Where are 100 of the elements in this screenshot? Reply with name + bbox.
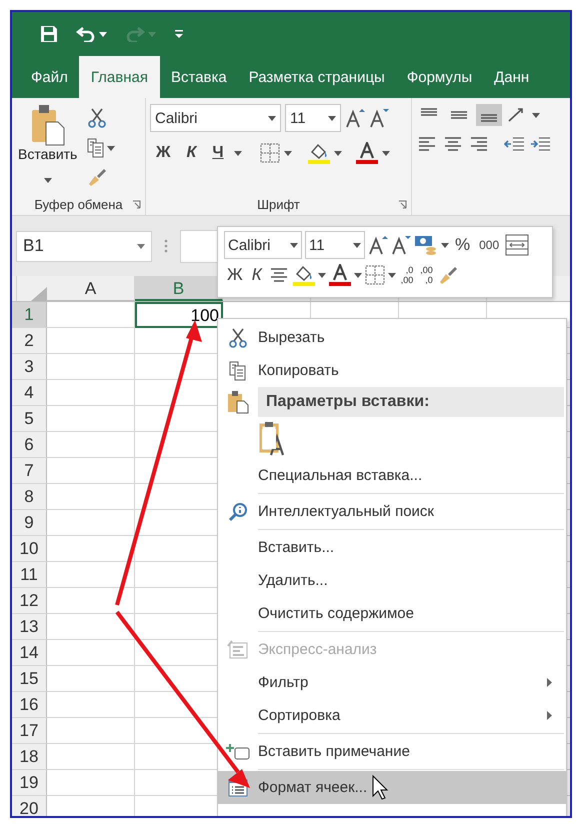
launcher-icon[interactable] — [398, 200, 407, 208]
paste-button[interactable]: Вставить — [16, 104, 80, 193]
row-header[interactable]: 18 — [12, 744, 47, 770]
row-header[interactable]: 3 — [12, 354, 47, 380]
decrease-decimal-button[interactable]: ,00 ,0 — [418, 265, 435, 285]
borders-icon[interactable] — [260, 143, 280, 163]
row-header[interactable]: 2 — [12, 328, 47, 354]
caret-icon[interactable] — [107, 146, 116, 150]
save-icon[interactable] — [40, 25, 58, 43]
decrease-font-icon[interactable] — [391, 235, 411, 255]
caret-icon — [268, 116, 276, 120]
menu-item[interactable]: Специальная вставка... — [218, 459, 566, 492]
undo-icon[interactable] — [76, 26, 96, 42]
row-header[interactable]: 4 — [12, 380, 47, 406]
menu-item[interactable]: Вставить... — [218, 531, 566, 564]
percent-button[interactable]: % — [452, 233, 474, 257]
row-header[interactable]: 8 — [12, 484, 47, 510]
launcher-icon[interactable] — [132, 200, 141, 208]
group-label: Буфер обмена — [34, 196, 123, 212]
row-header[interactable]: 6 — [12, 432, 47, 458]
magnifier-icon — [228, 502, 248, 522]
caret-icon — [284, 150, 292, 156]
brush-icon[interactable] — [87, 168, 108, 186]
caret-icon — [382, 150, 390, 156]
italic-button[interactable]: К — [180, 142, 202, 164]
menu-item[interactable]: Удалить... — [218, 564, 566, 597]
borders-icon[interactable] — [364, 265, 385, 285]
font-color-icon[interactable] — [356, 142, 378, 164]
bold-button[interactable]: Ж — [224, 263, 246, 287]
fill-color-icon — [308, 142, 330, 164]
brush-icon[interactable] — [438, 266, 458, 284]
row-header[interactable]: 1 — [12, 302, 47, 328]
section-header: Параметры вставки: — [258, 387, 564, 417]
clipboard-icon — [227, 390, 249, 414]
scissors-icon[interactable] — [87, 108, 108, 128]
name-box[interactable]: B1 — [16, 230, 152, 262]
row-header[interactable]: 10 — [12, 536, 47, 562]
submenu-arrow-icon — [547, 711, 552, 720]
row-header[interactable]: 17 — [12, 718, 47, 744]
thousands-button[interactable]: 000 — [476, 236, 502, 254]
clipboard-icon — [30, 104, 66, 146]
caret-icon — [137, 244, 145, 248]
caret-icon — [353, 242, 361, 248]
bold-button[interactable]: Ж — [150, 142, 176, 164]
ribbon-tab[interactable]: Главная — [78, 56, 160, 98]
customize-icon[interactable] — [174, 29, 184, 39]
menu-item[interactable]: Вставить примечание — [218, 735, 566, 768]
menu-item[interactable]: Очистить содержимое — [218, 597, 566, 630]
grip-icon — [164, 238, 168, 254]
ribbon-tab[interactable]: Формулы — [396, 56, 484, 98]
ribbon-tab[interactable]: Разметка страницы — [238, 56, 396, 98]
ribbon-tab[interactable]: Данн — [483, 56, 540, 98]
underline-button[interactable]: Ч — [206, 142, 230, 164]
caret-icon — [234, 150, 242, 156]
caret-icon — [148, 32, 156, 36]
row-header[interactable]: 12 — [12, 588, 47, 614]
increase-font-icon[interactable] — [368, 235, 388, 255]
row-header[interactable]: 14 — [12, 640, 47, 666]
menu-item[interactable]: Формат ячеек... — [218, 771, 566, 804]
caret-icon — [290, 242, 298, 248]
font-size-dropdown[interactable]: 11 — [305, 231, 365, 259]
submenu-arrow-icon — [547, 678, 552, 687]
italic-button[interactable]: К — [248, 263, 265, 287]
increase-font-icon[interactable] — [345, 108, 365, 128]
menu-item[interactable]: Интеллектуальный поиск — [218, 495, 566, 528]
fill-color-icon — [292, 264, 315, 286]
caret-icon — [99, 32, 107, 36]
scissors-icon — [228, 328, 248, 348]
money-coins-icon[interactable] — [414, 234, 438, 256]
menu-item[interactable]: Сортировка — [218, 699, 566, 732]
menu-item[interactable]: Копировать — [218, 354, 566, 387]
row-header[interactable]: 19 — [12, 770, 47, 796]
column-header[interactable]: B — [135, 276, 223, 301]
caret-icon — [44, 178, 52, 183]
group-label: Шрифт — [257, 196, 300, 212]
copy-icon[interactable] — [87, 138, 106, 158]
ribbon-tab[interactable]: Вставка — [160, 56, 238, 98]
chart-list-icon — [227, 640, 249, 660]
row-header[interactable]: 11 — [12, 562, 47, 588]
font-size-dropdown[interactable]: 11 — [285, 104, 341, 132]
mouse-cursor-icon — [372, 774, 388, 800]
menu-item[interactable]: Фильтр — [218, 666, 566, 699]
font-color-icon[interactable] — [328, 264, 351, 286]
caret-icon — [328, 116, 336, 120]
caret-icon — [532, 112, 540, 118]
font-name-dropdown[interactable]: Calibri — [150, 104, 281, 132]
caret-icon — [441, 242, 449, 248]
row-header[interactable]: 5 — [12, 406, 47, 432]
decrease-font-icon[interactable] — [369, 108, 389, 128]
increase-decimal-button[interactable]: ,0 ,00 — [398, 265, 416, 285]
wrap-columns-icon[interactable] — [505, 234, 530, 256]
row-header[interactable]: 7 — [12, 458, 47, 484]
ribbon-tab[interactable]: Файл — [20, 56, 79, 98]
add-comment-icon — [226, 742, 250, 760]
row-header[interactable]: 16 — [12, 692, 47, 718]
font-name-dropdown[interactable]: Calibri — [224, 231, 302, 259]
row-header[interactable]: 20 — [12, 796, 47, 816]
row-header[interactable]: 9 — [12, 510, 47, 536]
row-header[interactable]: 15 — [12, 666, 47, 692]
row-header[interactable]: 13 — [12, 614, 47, 640]
